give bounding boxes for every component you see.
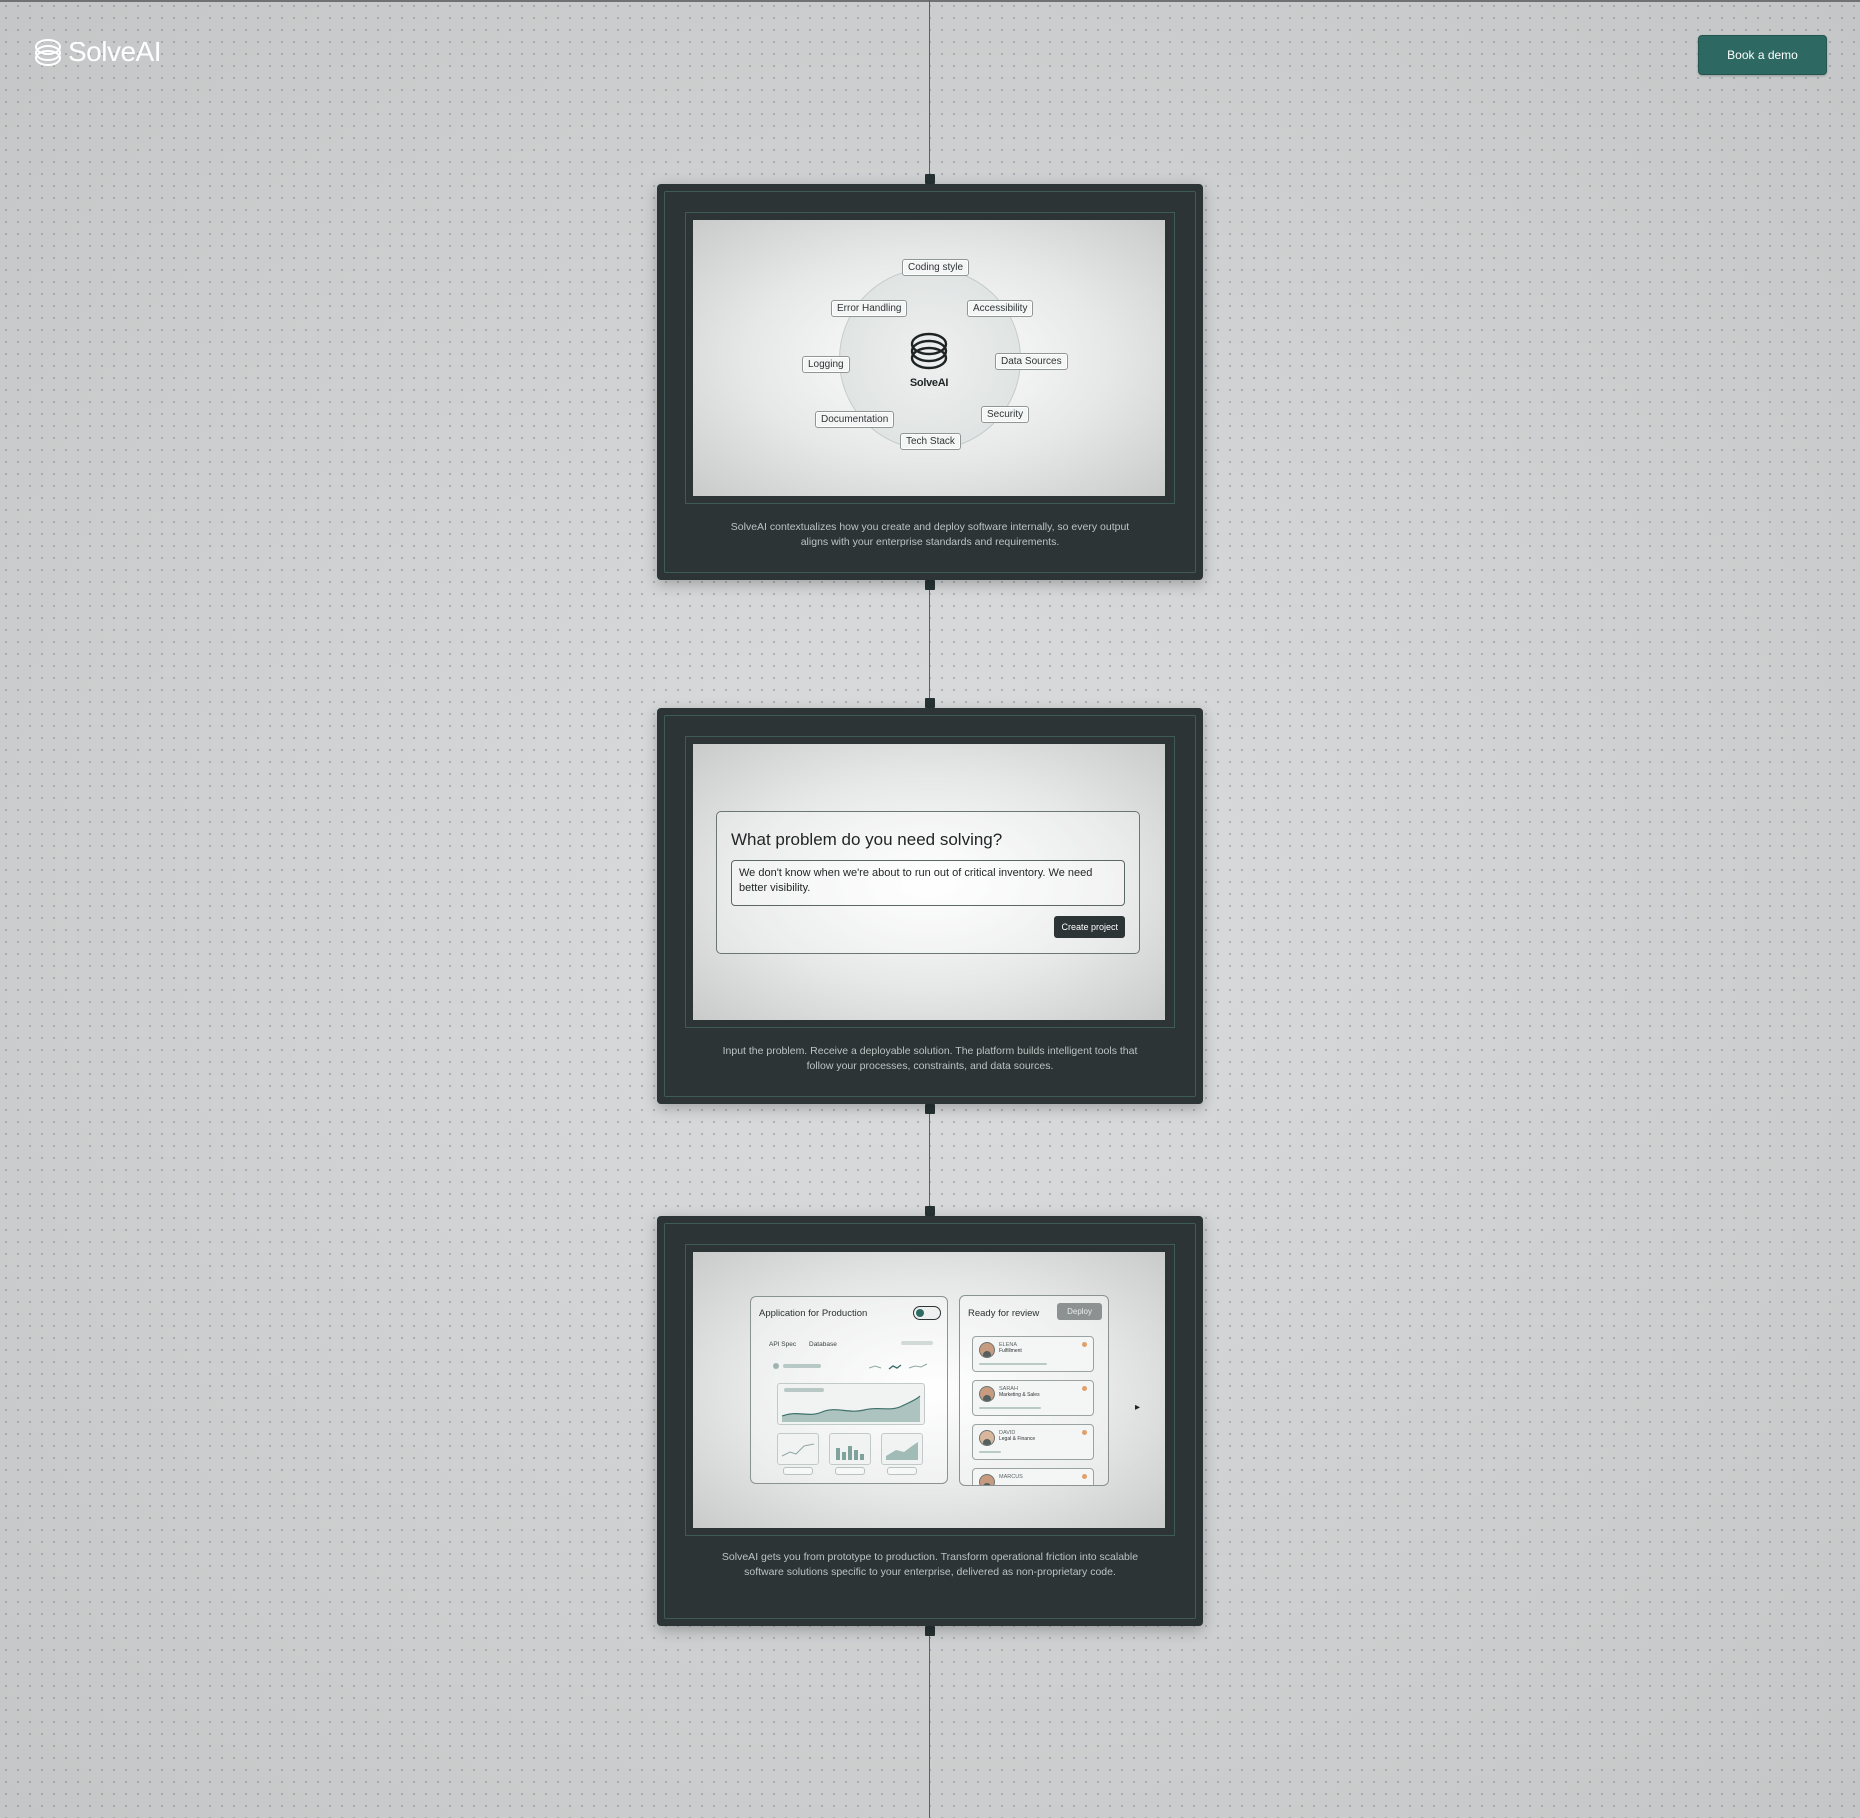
- timeline-node: [925, 1104, 935, 1114]
- timeline-node: [925, 174, 935, 184]
- card-caption: SolveAI gets you from prototype to produ…: [721, 1551, 1139, 1578]
- line-chart-graphic: [781, 1443, 815, 1457]
- tag-security: Security: [981, 406, 1030, 423]
- solveai-logo-icon: [910, 332, 948, 370]
- mini-chart-line: [777, 1433, 819, 1465]
- top-border: [0, 0, 1860, 2]
- context-diagram: SolveAI Coding style Accessibility Data …: [693, 220, 1165, 496]
- reviewer-role: Legal & Finance: [999, 1436, 1036, 1442]
- tag-accessibility: Accessibility: [967, 300, 1034, 317]
- sparkline-icon: [869, 1363, 928, 1370]
- problem-title: What problem do you need solving?: [731, 830, 1003, 849]
- tab-database[interactable]: Database: [809, 1341, 837, 1348]
- reviewer-role: Marketing & Sales: [999, 1392, 1040, 1398]
- app-title: Application for Production: [759, 1308, 868, 1319]
- feature-card-production: Application for Production API Spec Data…: [657, 1216, 1203, 1626]
- avatar: [979, 1386, 995, 1402]
- status-dot: [1082, 1430, 1087, 1435]
- avatar: [979, 1430, 995, 1446]
- area-chart: [777, 1383, 925, 1425]
- problem-form: What problem do you need solving? We don…: [716, 811, 1140, 954]
- progress-line: [979, 1363, 1047, 1365]
- tag-error-handling: Error Handling: [831, 300, 908, 317]
- progress-line: [979, 1451, 1001, 1453]
- create-project-button[interactable]: Create project: [1054, 916, 1125, 938]
- feature-card-context: SolveAI Coding style Accessibility Data …: [657, 184, 1203, 580]
- tag-documentation: Documentation: [815, 411, 895, 428]
- timeline-node: [925, 698, 935, 708]
- production-toggle[interactable]: [913, 1306, 941, 1320]
- placeholder-bar: [773, 1363, 779, 1369]
- avatar: [979, 1342, 995, 1358]
- mouse-cursor-icon: ▸: [1135, 1402, 1141, 1413]
- reviewer-card[interactable]: ELENA Fulfillment: [972, 1336, 1094, 1372]
- brand-name: SolveAI: [68, 36, 162, 67]
- area-chart-graphic: [781, 1395, 921, 1422]
- review-title: Ready for review: [968, 1308, 1040, 1319]
- reviewer-card[interactable]: DAVID Legal & Finance: [972, 1424, 1094, 1460]
- placeholder-bar: [901, 1341, 933, 1345]
- problem-screen: What problem do you need solving? We don…: [693, 744, 1165, 1020]
- tag-coding-style: Coding style: [902, 259, 970, 276]
- book-demo-button[interactable]: Book a demo: [1698, 35, 1827, 75]
- mini-chart-bars: [829, 1433, 871, 1465]
- card-caption: SolveAI contextualizes how you create an…: [730, 521, 1130, 548]
- placeholder-bar: [783, 1364, 821, 1368]
- center-logo: SolveAI: [899, 330, 959, 389]
- mini-button[interactable]: [887, 1467, 917, 1475]
- bar-chart-graphic: [836, 1446, 864, 1460]
- review-panel: Ready for review Deploy ELENA Fulfillmen…: [959, 1295, 1109, 1486]
- timeline-node: [925, 1626, 935, 1636]
- area-chart-graphic: [886, 1442, 918, 1460]
- solveai-logo-icon: [35, 39, 61, 66]
- production-screen: Application for Production API Spec Data…: [693, 1252, 1165, 1528]
- tag-tech-stack: Tech Stack: [900, 433, 961, 450]
- mini-chart-area: [881, 1433, 923, 1465]
- timeline-node: [925, 1206, 935, 1216]
- tag-logging: Logging: [802, 356, 850, 373]
- card-caption: Input the problem. Receive a deployable …: [722, 1045, 1138, 1072]
- status-dot: [1082, 1386, 1087, 1391]
- status-dot: [1082, 1342, 1087, 1347]
- tag-data-sources: Data Sources: [995, 353, 1068, 370]
- deploy-button[interactable]: Deploy: [1057, 1303, 1102, 1320]
- mini-button[interactable]: [783, 1467, 813, 1475]
- reviewer-card[interactable]: SARAH Marketing & Sales: [972, 1380, 1094, 1416]
- brand-logo[interactable]: SolveAI: [34, 36, 162, 68]
- problem-input[interactable]: We don't know when we're about to run ou…: [731, 860, 1125, 906]
- center-logo-label: SolveAI: [909, 377, 949, 389]
- application-panel: Application for Production API Spec Data…: [750, 1296, 948, 1484]
- status-dot: [1082, 1474, 1087, 1479]
- mini-button[interactable]: [835, 1467, 865, 1475]
- avatar: [979, 1474, 995, 1485]
- reviewer-role: Fulfillment: [999, 1348, 1022, 1354]
- reviewer-card[interactable]: MARCUS: [972, 1468, 1094, 1485]
- progress-line: [979, 1407, 1041, 1409]
- tab-api-spec[interactable]: API Spec: [769, 1341, 796, 1348]
- reviewer-name: MARCUS: [999, 1474, 1023, 1480]
- timeline-node: [925, 580, 935, 590]
- feature-card-problem: What problem do you need solving? We don…: [657, 708, 1203, 1104]
- toggle-knob: [916, 1309, 924, 1317]
